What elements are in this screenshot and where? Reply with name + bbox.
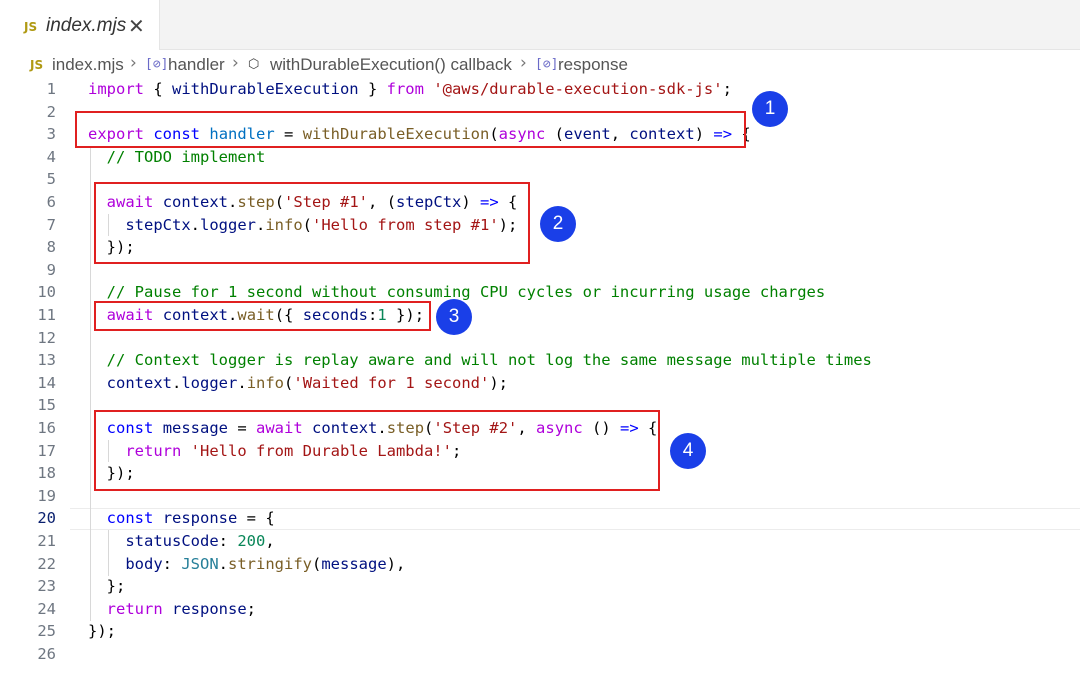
line-number: 12 — [37, 328, 56, 347]
line-number: 2 — [46, 102, 56, 121]
line-number: 19 — [37, 486, 56, 505]
line-number: 18 — [37, 464, 56, 483]
line-number: 11 — [37, 306, 56, 324]
close-icon[interactable]: ✕ — [128, 14, 145, 38]
code-editor[interactable]: 1 import { withDurableExecution } from '@… — [0, 78, 1080, 678]
code-line[interactable]: 22 body: JSON.stringify(message), — [0, 553, 1080, 576]
code-text: const response = { — [106, 509, 275, 528]
line-number: 7 — [46, 215, 56, 234]
code-text: import { withDurableExecution } from '@a… — [88, 80, 732, 98]
tab-label: index.mjs — [46, 15, 127, 36]
code-line[interactable]: 13 // Context logger is replay aware and… — [0, 349, 1080, 372]
line-number: 15 — [37, 396, 56, 415]
code-line[interactable]: 21 statusCode: 200, — [0, 530, 1080, 553]
code-line[interactable]: 20 const response = { — [0, 507, 1080, 530]
chevron-right-icon: › — [520, 53, 527, 73]
javascript-file-icon: JS — [30, 58, 44, 72]
line-number: 22 — [37, 554, 56, 573]
code-text: context.logger.info('Waited for 1 second… — [106, 373, 508, 392]
variable-icon: [⊘] — [145, 57, 169, 72]
javascript-file-icon: JS — [24, 20, 38, 34]
tab-bar: JS index.mjs ✕ — [0, 0, 1080, 50]
breadcrumb-response[interactable]: response — [558, 55, 628, 75]
code-text: return response; — [106, 599, 257, 618]
highlight-box-1 — [75, 111, 746, 148]
code-text: // Context logger is replay aware and wi… — [106, 351, 872, 370]
line-number: 5 — [46, 170, 56, 189]
code-line[interactable]: 25}); — [0, 620, 1080, 643]
code-line[interactable]: 26 — [0, 643, 1080, 666]
line-number: 20 — [37, 509, 56, 528]
line-number: 23 — [37, 577, 56, 596]
breadcrumb: JS index.mjs › [⊘] handler › ⬡ withDurab… — [0, 50, 1080, 78]
line-number: 6 — [46, 193, 56, 211]
code-line[interactable]: 14 context.logger.info('Waited for 1 sec… — [0, 372, 1080, 395]
line-number: 26 — [37, 645, 56, 663]
line-number: 4 — [46, 147, 56, 166]
code-line[interactable]: 23 }; — [0, 575, 1080, 598]
line-number: 3 — [46, 125, 56, 144]
line-number: 10 — [37, 283, 56, 302]
code-line[interactable]: 1 import { withDurableExecution } from '@… — [0, 78, 1080, 101]
line-number: 24 — [37, 599, 56, 618]
code-text: }; — [88, 577, 126, 596]
line-number: 17 — [37, 441, 56, 460]
line-number: 14 — [37, 373, 56, 392]
code-line[interactable]: 24 return response; — [0, 598, 1080, 621]
chevron-right-icon: › — [130, 53, 137, 73]
line-number: 16 — [37, 419, 56, 437]
code-line[interactable]: 4 // TODO implement — [0, 146, 1080, 169]
variable-icon: [⊘] — [535, 57, 559, 72]
line-number: 13 — [37, 351, 56, 370]
annotation-badge-1: 1 — [752, 91, 788, 127]
chevron-right-icon: › — [232, 53, 239, 73]
code-text: body: JSON.stringify(message), — [125, 554, 406, 573]
code-text: // TODO implement — [106, 147, 266, 166]
tab-index-mjs[interactable]: JS index.mjs ✕ — [0, 0, 160, 50]
breadcrumb-file[interactable]: index.mjs — [52, 55, 124, 75]
highlight-box-3 — [94, 301, 431, 331]
annotation-badge-3: 3 — [436, 299, 472, 335]
line-number: 9 — [46, 260, 56, 279]
code-text: statusCode: 200, — [125, 532, 275, 550]
breadcrumb-handler[interactable]: handler — [168, 55, 225, 75]
line-number: 8 — [46, 238, 56, 257]
line-number: 21 — [37, 532, 56, 550]
highlight-box-4 — [94, 410, 660, 491]
breadcrumb-callback[interactable]: withDurableExecution() callback — [270, 55, 512, 75]
code-text: }); — [88, 622, 116, 641]
annotation-badge-2: 2 — [540, 206, 576, 242]
method-cube-icon: ⬡ — [248, 57, 260, 72]
highlight-box-2 — [94, 182, 530, 264]
line-number: 1 — [46, 80, 56, 98]
line-number: 25 — [37, 622, 56, 641]
annotation-badge-4: 4 — [670, 433, 706, 469]
